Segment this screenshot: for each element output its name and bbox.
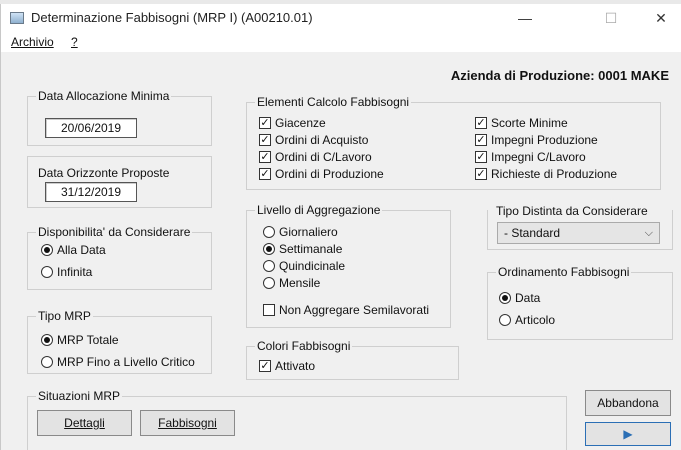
radio-selected-icon — [41, 334, 53, 346]
abbandona-button-label: Abbandona — [597, 396, 659, 410]
option-label: Settimanale — [279, 242, 343, 256]
option-label: Giornaliero — [279, 225, 338, 239]
menu-bar: Archivio ? — [1, 32, 681, 52]
check-label: Giacenze — [275, 116, 326, 130]
check-label: Ordini di Produzione — [275, 167, 384, 181]
tipo-distinta-select[interactable]: - Standard ⌵ — [497, 222, 660, 244]
check-label: Richieste di Produzione — [491, 167, 618, 181]
option-label: Mensile — [279, 276, 321, 290]
checkbox-icon — [263, 304, 275, 316]
data-orizzonte-input[interactable]: 31/12/2019 — [45, 182, 137, 202]
radio-icon — [41, 266, 53, 278]
option-label: Data — [515, 291, 541, 305]
check-label: Impegni C/Lavoro — [491, 150, 586, 164]
check-label: Ordini di C/Lavoro — [275, 150, 372, 164]
data-orizzonte-label: Data Orizzonte Proposte — [38, 166, 170, 180]
option-label: Alla Data — [57, 243, 106, 257]
livello-label: Livello di Aggregazione — [255, 203, 383, 217]
option-label: MRP Totale — [57, 333, 119, 347]
data-allocazione-input[interactable]: 20/06/2019 — [45, 118, 137, 138]
check-impegni-clavoro[interactable]: ✓ Impegni C/Lavoro — [475, 149, 586, 165]
situazioni-label: Situazioni MRP — [36, 389, 123, 403]
option-label: Quindicinale — [279, 259, 346, 273]
play-icon: ▶ — [623, 427, 633, 441]
disponibilita-option-infinita[interactable]: Infinita — [41, 264, 92, 280]
radio-icon — [499, 314, 511, 326]
livello-option-settimanale[interactable]: Settimanale — [263, 241, 342, 257]
mrp-window: Determinazione Fabbisogni (MRP I) (A0021… — [0, 4, 681, 450]
checkbox-checked-icon: ✓ — [259, 117, 271, 129]
minimize-button[interactable]: — — [505, 6, 545, 30]
livello-option-mensile[interactable]: Mensile — [263, 275, 320, 291]
radio-icon — [41, 356, 53, 368]
radio-selected-icon — [263, 243, 275, 255]
tipo-mrp-option-totale[interactable]: MRP Totale — [41, 332, 119, 348]
ordinamento-option-articolo[interactable]: Articolo — [499, 312, 555, 328]
ordinamento-group: Ordinamento Fabbisogni — [487, 265, 673, 340]
radio-selected-icon — [41, 244, 53, 256]
disponibilita-option-alla-data[interactable]: Alla Data — [41, 242, 106, 258]
livello-option-quindicinale[interactable]: Quindicinale — [263, 258, 345, 274]
check-giacenze[interactable]: ✓ Giacenze — [259, 115, 326, 131]
run-button[interactable]: ▶ — [585, 422, 671, 446]
check-impegni-produzione[interactable]: ✓ Impegni Produzione — [475, 132, 598, 148]
checkbox-checked-icon: ✓ — [259, 151, 271, 163]
check-label: Ordini di Acquisto — [275, 133, 369, 147]
radio-selected-icon — [499, 292, 511, 304]
check-label: Impegni Produzione — [491, 133, 598, 147]
dettagli-button-label: Dettagli — [64, 416, 105, 430]
check-ordini-produzione[interactable]: ✓ Ordini di Produzione — [259, 166, 384, 182]
app-icon — [10, 12, 24, 24]
tipo-mrp-label: Tipo MRP — [36, 309, 93, 323]
livello-option-giornaliero[interactable]: Giornaliero — [263, 224, 338, 240]
elementi-label: Elementi Calcolo Fabbisogni — [255, 95, 412, 109]
option-label: Infinita — [57, 265, 93, 279]
data-allocazione-label: Data Allocazione Minima — [36, 89, 172, 103]
maximize-button[interactable]: ☐ — [591, 6, 631, 30]
chevron-down-icon: ⌵ — [644, 227, 653, 239]
ordinamento-option-data[interactable]: Data — [499, 290, 540, 306]
check-ordini-acquisto[interactable]: ✓ Ordini di Acquisto — [259, 132, 368, 148]
tipo-distinta-label: Tipo Distinta da Considerare — [496, 204, 648, 218]
check-richieste-produzione[interactable]: ✓ Richieste di Produzione — [475, 166, 617, 182]
colori-label: Colori Fabbisogni — [255, 339, 353, 353]
checkbox-checked-icon: ✓ — [259, 134, 271, 146]
check-non-aggregare[interactable]: Non Aggregare Semilavorati — [263, 302, 429, 318]
check-attivato[interactable]: ✓ Attivato — [259, 358, 315, 374]
tipo-distinta-value: - Standard — [504, 226, 561, 240]
checkbox-checked-icon: ✓ — [259, 168, 271, 180]
check-label: Scorte Minime — [491, 116, 568, 130]
option-label: MRP Fino a Livello Critico — [57, 355, 195, 369]
abbandona-button[interactable]: Abbandona — [585, 390, 671, 416]
window-title: Determinazione Fabbisogni (MRP I) (A0021… — [31, 10, 313, 25]
disponibilita-group: Disponibilita' da Considerare — [27, 225, 212, 290]
radio-icon — [263, 260, 275, 272]
disponibilita-label: Disponibilita' da Considerare — [36, 225, 193, 239]
menu-help[interactable]: ? — [71, 35, 78, 49]
check-label: Non Aggregare Semilavorati — [279, 303, 430, 317]
radio-icon — [263, 277, 275, 289]
checkbox-checked-icon: ✓ — [259, 360, 271, 372]
tipo-mrp-option-critico[interactable]: MRP Fino a Livello Critico — [41, 354, 195, 370]
checkbox-checked-icon: ✓ — [475, 117, 487, 129]
checkbox-checked-icon: ✓ — [475, 134, 487, 146]
fabbisogni-button-label: Fabbisogni — [158, 416, 217, 430]
dettagli-button[interactable]: Dettagli — [37, 410, 132, 436]
radio-icon — [263, 226, 275, 238]
checkbox-checked-icon: ✓ — [475, 151, 487, 163]
option-label: Articolo — [515, 313, 556, 327]
ordinamento-label: Ordinamento Fabbisogni — [496, 265, 632, 279]
checkbox-checked-icon: ✓ — [475, 168, 487, 180]
fabbisogni-button[interactable]: Fabbisogni — [140, 410, 235, 436]
title-bar: Determinazione Fabbisogni (MRP I) (A0021… — [1, 4, 681, 32]
close-button[interactable]: ✕ — [641, 6, 681, 30]
check-label: Attivato — [275, 359, 316, 373]
check-ordini-clavoro[interactable]: ✓ Ordini di C/Lavoro — [259, 149, 372, 165]
company-label: Azienda di Produzione: 0001 MAKE — [450, 68, 669, 83]
check-scorte-minime[interactable]: ✓ Scorte Minime — [475, 115, 568, 131]
menu-archivio[interactable]: Archivio — [11, 35, 54, 49]
